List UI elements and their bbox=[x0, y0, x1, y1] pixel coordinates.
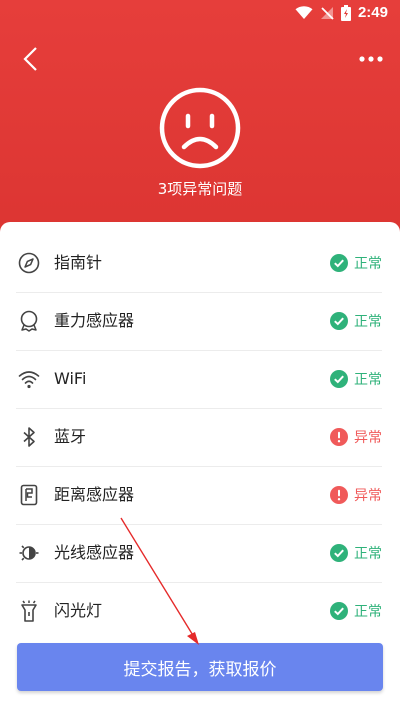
list-item-bluetooth[interactable]: 蓝牙 异常 bbox=[16, 408, 382, 467]
battery-icon bbox=[340, 4, 351, 21]
item-label: 光线感应器 bbox=[54, 543, 135, 562]
list-item-flashlight[interactable]: 闪光灯 正常 bbox=[16, 582, 382, 640]
item-label: 重力感应器 bbox=[54, 311, 135, 330]
check-circle-icon bbox=[330, 312, 348, 330]
gravity-sensor-icon bbox=[20, 310, 38, 332]
item-label: 距离感应器 bbox=[54, 485, 135, 504]
wifi-signal-icon bbox=[295, 5, 313, 19]
check-circle-icon bbox=[330, 370, 348, 388]
status-text: 异常 bbox=[354, 430, 382, 446]
alert-circle-icon bbox=[330, 486, 348, 504]
check-circle-icon bbox=[330, 254, 348, 272]
header-banner: 2:49 3项异常问题 bbox=[0, 0, 400, 238]
list-item-proximity-sensor[interactable]: 距离感应器 异常 bbox=[16, 466, 382, 525]
sad-face-icon bbox=[159, 87, 241, 169]
wifi-icon bbox=[18, 371, 40, 389]
item-label: 指南针 bbox=[54, 253, 103, 272]
light-sensor-icon bbox=[19, 545, 39, 561]
list-item-light-sensor[interactable]: 光线感应器 正常 bbox=[16, 524, 382, 583]
status-text: 正常 bbox=[354, 372, 382, 388]
item-label: 闪光灯 bbox=[54, 601, 103, 620]
compass-icon bbox=[18, 252, 40, 274]
no-signal-icon bbox=[320, 6, 334, 20]
status-text: 异常 bbox=[354, 488, 382, 504]
item-label: 蓝牙 bbox=[54, 427, 87, 446]
status-text: 正常 bbox=[354, 604, 382, 620]
status-indicator: 正常 bbox=[330, 524, 382, 582]
status-indicator: 正常 bbox=[330, 582, 382, 640]
status-bar: 2:49 bbox=[0, 0, 400, 28]
list-item-gravity-sensor[interactable]: 重力感应器 正常 bbox=[16, 292, 382, 351]
proximity-sensor-icon bbox=[20, 484, 38, 506]
list-item-wifi[interactable]: WiFi 正常 bbox=[16, 350, 382, 409]
alert-circle-icon bbox=[330, 428, 348, 446]
flashlight-icon bbox=[21, 600, 37, 622]
status-indicator: 异常 bbox=[330, 466, 382, 524]
back-arrow-icon[interactable] bbox=[14, 42, 48, 76]
status-indicator: 异常 bbox=[330, 408, 382, 466]
submit-report-button[interactable]: 提交报告，获取报价 bbox=[17, 643, 383, 691]
bluetooth-icon bbox=[23, 427, 35, 447]
item-label: WiFi bbox=[54, 369, 87, 388]
status-indicator: 正常 bbox=[330, 292, 382, 350]
more-options-icon[interactable] bbox=[354, 42, 388, 76]
issue-summary: 3项异常问题 bbox=[157, 180, 243, 198]
check-circle-icon bbox=[330, 544, 348, 562]
status-text: 正常 bbox=[354, 546, 382, 562]
status-text: 正常 bbox=[354, 314, 382, 330]
status-time: 2:49 bbox=[357, 4, 388, 21]
status-indicator: 正常 bbox=[330, 234, 382, 292]
check-circle-icon bbox=[330, 602, 348, 620]
status-text: 正常 bbox=[354, 256, 382, 272]
status-indicator: 正常 bbox=[330, 350, 382, 408]
diagnostic-list: 指南针 正常 重力感应器 正常 WiFi 正常 蓝牙 异常 距离感应器 异常 光… bbox=[0, 222, 400, 710]
list-item-compass[interactable]: 指南针 正常 bbox=[16, 234, 382, 293]
